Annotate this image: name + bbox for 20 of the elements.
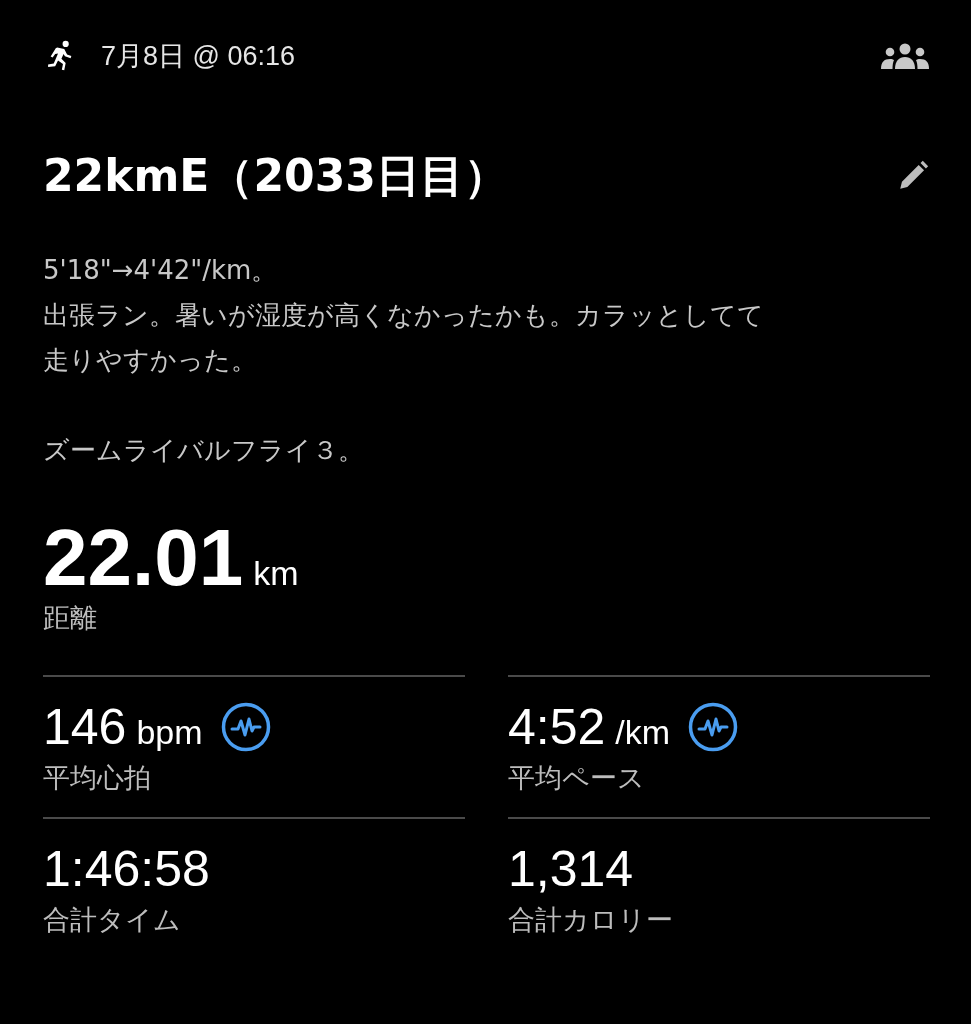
heart-rate-chart-icon[interactable] <box>220 702 271 752</box>
stat-label: 平均ペース <box>508 761 646 795</box>
stat-label: 合計タイム <box>43 903 182 937</box>
stat-value: 4:52 <box>508 698 606 756</box>
stat-value: 1,314 <box>508 840 634 898</box>
distance-unit: km <box>253 554 299 593</box>
activity-note: ズームライバルフライ３。 <box>43 434 365 467</box>
stat-value: 146 <box>43 698 127 756</box>
group-icon[interactable] <box>880 43 930 69</box>
heart-rate-chart-icon[interactable] <box>688 702 739 752</box>
stat-label: 合計カロリー <box>508 903 674 937</box>
activity-note: 5'18"→4'42"/km。 出張ラン。暑いが湿度が高くなかったかも。カラッとしてて 走りやすかった。 <box>43 254 765 377</box>
distance-value: 22.01 <box>43 515 244 601</box>
activity-date: 7月8日 @ 06:16 <box>101 40 296 73</box>
stat-value: 1:46:58 <box>43 840 210 898</box>
stat-unit: bpm <box>136 712 203 752</box>
activity-title: 22kmE（2033日目） <box>43 150 508 202</box>
distance-label: 距離 <box>43 601 98 635</box>
stat-unit: /km <box>615 712 671 752</box>
stat-label: 平均心拍 <box>43 761 152 795</box>
